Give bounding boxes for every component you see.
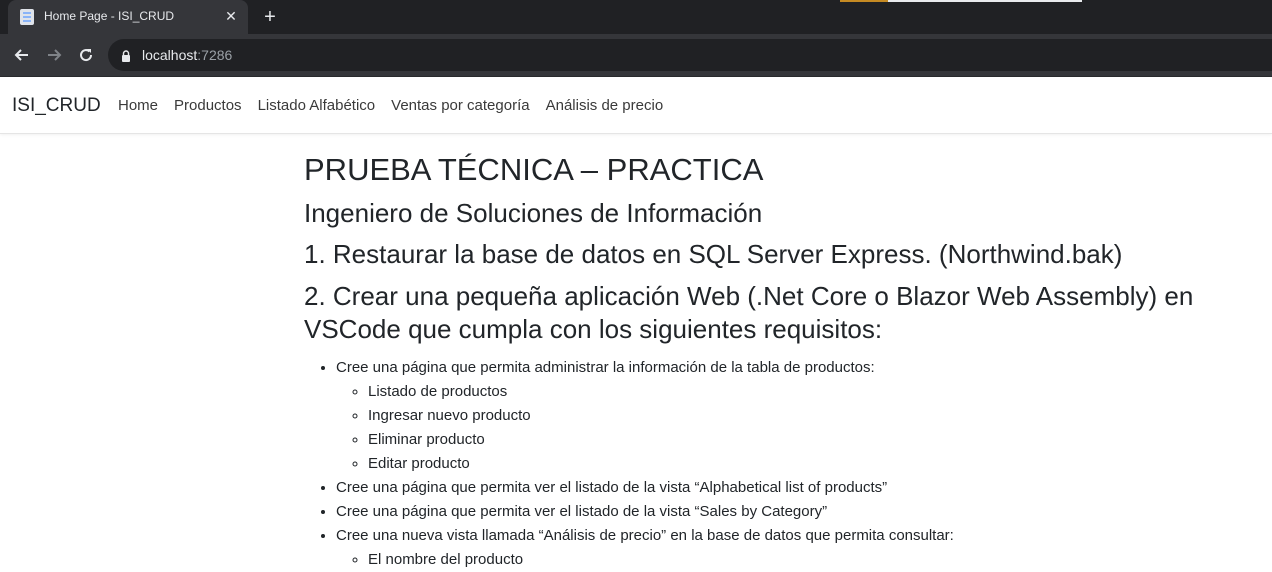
page-favicon-icon bbox=[20, 9, 34, 25]
list-item: Cree una página que permita ver el lista… bbox=[336, 500, 1272, 524]
step-2-heading-line-1: 2. Crear una pequeña aplicación Web (.Ne… bbox=[304, 281, 1194, 311]
sub-list-item: Eliminar producto bbox=[368, 428, 1272, 452]
back-arrow-icon[interactable] bbox=[10, 43, 34, 67]
page-title: PRUEBA TÉCNICA – PRACTICA bbox=[304, 152, 764, 187]
brand-link[interactable]: ISI_CRUD bbox=[12, 95, 101, 117]
requirements-list: Cree una página que permita administrar … bbox=[304, 356, 1272, 572]
nav-link-analisis-de-precio[interactable]: Análisis de precio bbox=[546, 97, 664, 114]
strip-accent-bar bbox=[840, 0, 888, 2]
step-2-heading: 2. Crear una pequeña aplicación Web (.Ne… bbox=[304, 280, 1272, 346]
browser-tab-strip: Home Page - ISI_CRUD ✕ + bbox=[0, 0, 1272, 34]
list-item: Cree una página que permita administrar … bbox=[336, 356, 1272, 476]
price-analysis-sublist: El nombre del producto bbox=[336, 548, 1272, 572]
sub-list-item: Listado de productos bbox=[368, 380, 1272, 404]
page-subtitle: Ingeniero de Soluciones de Información bbox=[304, 198, 763, 228]
list-item: Cree una nueva vista llamada “Análisis d… bbox=[336, 524, 1272, 572]
url-host: localhost bbox=[142, 47, 198, 63]
list-item: Cree una página que permita ver el lista… bbox=[336, 476, 1272, 500]
tab-title: Home Page - ISI_CRUD bbox=[44, 9, 175, 23]
nav-link-productos[interactable]: Productos bbox=[174, 97, 242, 114]
lock-icon[interactable] bbox=[120, 49, 132, 62]
address-bar[interactable]: localhost:7286 bbox=[108, 39, 1272, 71]
sub-list-item: Editar producto bbox=[368, 452, 1272, 476]
sub-list-item: El nombre del producto bbox=[368, 548, 1272, 572]
url-port: :7286 bbox=[197, 47, 233, 63]
reload-icon[interactable] bbox=[74, 43, 98, 67]
nav-link-listado-alfabetico[interactable]: Listado Alfabético bbox=[258, 97, 376, 114]
app-navbar: ISI_CRUD Home Productos Listado Alfabéti… bbox=[0, 77, 1272, 134]
products-sublist: Listado de productos Ingresar nuevo prod… bbox=[336, 380, 1272, 476]
url-text[interactable]: localhost:7286 bbox=[142, 47, 232, 63]
main-content: PRUEBA TÉCNICA – PRACTICA Ingeniero de S… bbox=[304, 152, 1272, 572]
browser-toolbar: localhost:7286 bbox=[0, 34, 1272, 77]
list-item-text: Cree una nueva vista llamada “Análisis d… bbox=[336, 527, 954, 544]
sub-list-item: Ingresar nuevo producto bbox=[368, 404, 1272, 428]
step-2-heading-line-2: VSCode que cumpla con los siguientes req… bbox=[304, 314, 883, 344]
browser-tab[interactable]: Home Page - ISI_CRUD ✕ bbox=[8, 0, 248, 34]
nav-link-home[interactable]: Home bbox=[118, 97, 158, 114]
strip-highlight-bar bbox=[888, 0, 1082, 2]
step-1-heading: 1. Restaurar la base de datos en SQL Ser… bbox=[304, 239, 1123, 269]
nav-link-ventas-por-categoria[interactable]: Ventas por categoría bbox=[391, 97, 529, 114]
plus-icon[interactable]: + bbox=[258, 5, 282, 29]
forward-arrow-icon[interactable] bbox=[42, 43, 66, 67]
close-icon[interactable]: ✕ bbox=[222, 7, 240, 25]
nav-links: Home Productos Listado Alfabético Ventas… bbox=[118, 97, 663, 114]
list-item-text: Cree una página que permita administrar … bbox=[336, 359, 875, 376]
